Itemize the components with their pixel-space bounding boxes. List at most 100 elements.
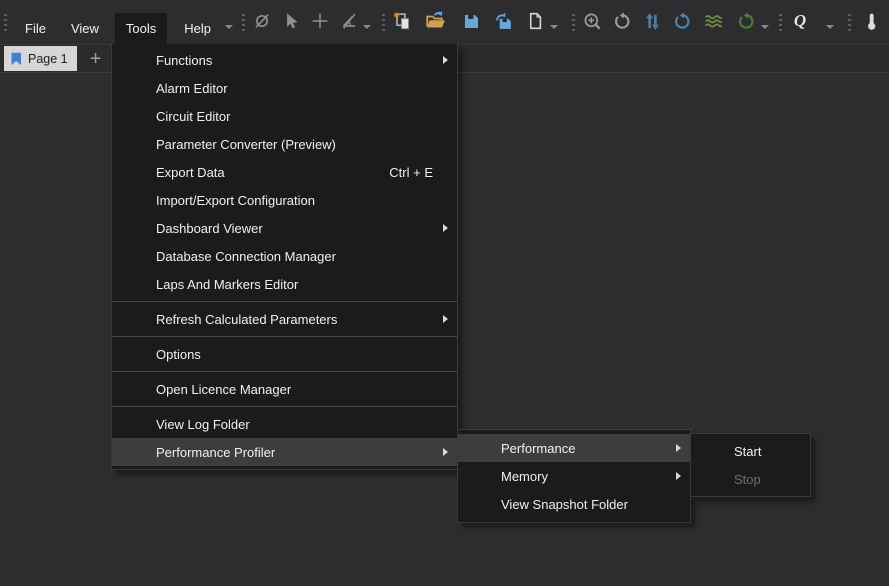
menu-item-view-log-folder[interactable]: View Log Folder: [112, 410, 457, 438]
angle-measure-button[interactable]: [337, 0, 361, 44]
thermometer-button[interactable]: [859, 0, 883, 44]
menu-item-label: Performance: [501, 441, 575, 456]
zoom-in-button[interactable]: [580, 0, 604, 44]
tab-page-1[interactable]: Page 1: [4, 46, 77, 71]
menu-item-label: Database Connection Manager: [156, 249, 336, 264]
menu-item-shortcut: Ctrl + E: [389, 165, 433, 180]
import-configuration-button[interactable]: [390, 0, 414, 44]
new-document-button[interactable]: [523, 0, 547, 44]
open-folder-button[interactable]: [422, 0, 450, 44]
menu-item-label: Export Data: [156, 165, 225, 180]
menu-separator: [112, 336, 457, 337]
cursor-button[interactable]: [279, 0, 303, 44]
menu-view[interactable]: View: [60, 13, 110, 44]
zoom-in-icon: [583, 12, 602, 31]
menu-item-label: Alarm Editor: [156, 81, 228, 96]
smoothing-button[interactable]: [700, 0, 728, 44]
menu-item-parameter-converter[interactable]: Parameter Converter (Preview): [112, 130, 457, 158]
menu-item-alarm-editor[interactable]: Alarm Editor: [112, 74, 457, 102]
undo-blue-icon: [673, 12, 692, 31]
menu-separator: [112, 301, 457, 302]
menu-item-refresh-calculated-parameters[interactable]: Refresh Calculated Parameters: [112, 305, 457, 333]
undo-green-icon: [737, 12, 756, 31]
menu-item-export-data[interactable]: Export Data Ctrl + E: [112, 158, 457, 186]
menu-item-label: Memory: [501, 469, 548, 484]
save-refresh-button[interactable]: [491, 0, 515, 44]
menu-item-dashboard-viewer[interactable]: Dashboard Viewer: [112, 214, 457, 242]
import-config-icon: [393, 12, 412, 31]
menu-item-performance[interactable]: Performance: [458, 434, 690, 462]
menu-item-label: Performance Profiler: [156, 445, 275, 460]
performance-submenu: Start Stop: [690, 433, 811, 497]
menu-item-label: Circuit Editor: [156, 109, 230, 124]
q-tool-icon[interactable]: [789, 0, 811, 44]
toolbar-grip[interactable]: [779, 14, 782, 31]
new-doc-dropdown-chevron-icon[interactable]: [549, 0, 559, 44]
menu-item-memory[interactable]: Memory: [458, 462, 690, 490]
save-refresh-icon: [494, 12, 513, 31]
bookmark-icon: [10, 52, 23, 66]
save-icon: [462, 12, 481, 31]
q-dropdown-chevron-icon[interactable]: [825, 0, 835, 44]
submenu-arrow-icon: [443, 224, 448, 232]
crosshair-button[interactable]: [308, 0, 332, 44]
menu-item-performance-profiler[interactable]: Performance Profiler: [112, 438, 457, 466]
performance-profiler-submenu: Performance Memory View Snapshot Folder: [457, 429, 691, 523]
cursor-icon: [282, 12, 300, 30]
submenu-arrow-icon: [443, 315, 448, 323]
menu-item-view-snapshot-folder[interactable]: View Snapshot Folder: [458, 490, 690, 518]
menu-item-options[interactable]: Options: [112, 340, 457, 368]
menu-item-functions[interactable]: Functions: [112, 46, 457, 74]
new-document-icon: [526, 12, 544, 30]
save-button[interactable]: [459, 0, 483, 44]
swap-vertical-icon: [643, 12, 662, 31]
menu-item-import-export-configuration[interactable]: Import/Export Configuration: [112, 186, 457, 214]
menu-item-label: Laps And Markers Editor: [156, 277, 298, 292]
swap-vertical-button[interactable]: [640, 0, 664, 44]
undo-smoothing-button[interactable]: [734, 0, 758, 44]
menu-item-label: Stop: [734, 472, 761, 487]
menu-separator: [112, 371, 457, 372]
menu-item-label: Refresh Calculated Parameters: [156, 312, 337, 327]
menu-item-label: Options: [156, 347, 201, 362]
smoothing-dropdown-chevron-icon[interactable]: [760, 0, 770, 44]
tab-label: Page 1: [28, 52, 68, 66]
open-folder-icon: [425, 11, 447, 31]
menu-bar: File View Tools Help: [0, 0, 889, 44]
menu-item-label: Parameter Converter (Preview): [156, 137, 336, 152]
menu-item-stop: Stop: [691, 465, 810, 493]
menu-item-database-connection-manager[interactable]: Database Connection Manager: [112, 242, 457, 270]
angle-dropdown-chevron-icon[interactable]: [362, 0, 372, 44]
toolbar-grip[interactable]: [242, 14, 245, 31]
crosshair-icon: [311, 12, 329, 30]
submenu-arrow-icon: [676, 444, 681, 452]
undo-swap-button[interactable]: [670, 0, 694, 44]
menu-item-start[interactable]: Start: [691, 437, 810, 465]
toolbar-grip[interactable]: [848, 14, 851, 31]
submenu-arrow-icon: [443, 56, 448, 64]
angle-off-icon: [340, 12, 358, 30]
add-page-button[interactable]: +: [84, 46, 108, 71]
menu-help[interactable]: Help: [173, 13, 222, 44]
menu-item-label: Functions: [156, 53, 212, 68]
menu-item-label: View Snapshot Folder: [501, 497, 628, 512]
toolbar-overflow-chevron-icon[interactable]: [224, 0, 234, 44]
undo-gray-icon: [613, 12, 632, 31]
undo-zoom-button[interactable]: [610, 0, 634, 44]
app-window: File View Tools Help: [0, 0, 889, 586]
menu-item-laps-and-markers-editor[interactable]: Laps And Markers Editor: [112, 270, 457, 298]
submenu-arrow-icon: [676, 472, 681, 480]
menu-item-label: View Log Folder: [156, 417, 250, 432]
toolbar-grip[interactable]: [4, 14, 7, 31]
menu-item-open-licence-manager[interactable]: Open Licence Manager: [112, 375, 457, 403]
menu-item-label: Start: [734, 444, 761, 459]
menu-separator: [112, 406, 457, 407]
hide-visibility-button[interactable]: [250, 0, 274, 44]
menu-tools[interactable]: Tools: [115, 13, 167, 44]
menu-item-label: Open Licence Manager: [156, 382, 291, 397]
toolbar-grip[interactable]: [382, 14, 385, 31]
menu-file[interactable]: File: [14, 13, 57, 44]
smooth-waves-icon: [702, 12, 726, 31]
menu-item-circuit-editor[interactable]: Circuit Editor: [112, 102, 457, 130]
toolbar-grip[interactable]: [572, 14, 575, 31]
